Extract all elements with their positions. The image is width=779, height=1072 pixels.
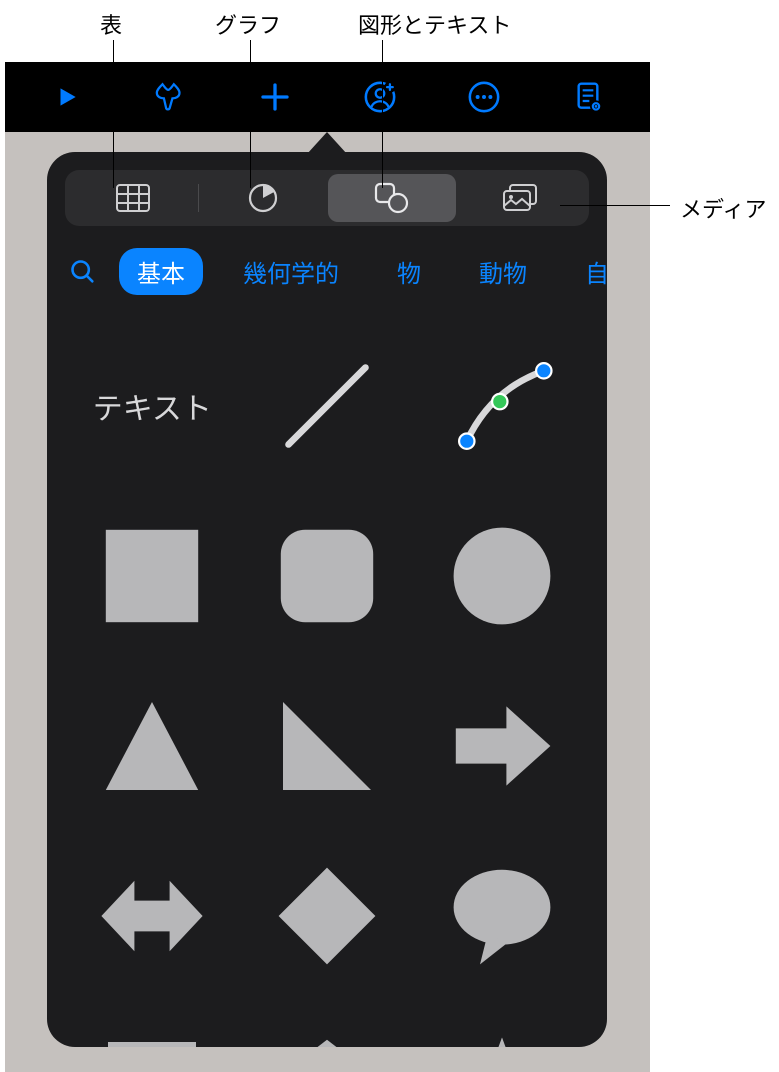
popover-body: 基本 幾何学的 物 動物 自然 テキスト <box>47 152 607 1047</box>
shape-triangle[interactable] <box>65 661 240 831</box>
add-person-icon <box>363 80 397 114</box>
play-button[interactable] <box>47 77 87 117</box>
callout-line <box>250 40 251 188</box>
category-animals[interactable]: 動物 <box>461 248 545 295</box>
presenter-button[interactable] <box>568 77 608 117</box>
shape-right-triangle[interactable] <box>240 661 415 831</box>
category-nature[interactable]: 自然 <box>567 248 607 295</box>
format-brush-icon <box>154 80 188 114</box>
search-icon <box>69 258 97 286</box>
arrow-right-icon <box>447 691 557 801</box>
shape-speech-bubble[interactable] <box>414 831 589 1001</box>
shapes-grid: テキスト <box>47 311 607 1047</box>
insert-type-segmented <box>65 170 589 226</box>
shape-categories: 基本 幾何学的 物 動物 自然 <box>47 226 607 311</box>
more-button[interactable] <box>464 77 504 117</box>
callout-media: メディア <box>680 192 766 224</box>
category-basic[interactable]: 基本 <box>119 248 203 295</box>
callout-line <box>382 40 383 188</box>
shapes-icon <box>374 182 410 214</box>
search-button[interactable] <box>69 258 97 286</box>
category-geometric[interactable]: 幾何学的 <box>225 248 357 295</box>
shape-star[interactable] <box>414 1001 589 1047</box>
rounded-square-icon <box>272 521 382 631</box>
shape-square[interactable] <box>65 491 240 661</box>
insert-popover: 基本 幾何学的 物 動物 自然 テキスト <box>47 132 607 1047</box>
ellipsis-icon <box>467 80 501 114</box>
arrow-bidir-icon <box>97 861 207 971</box>
shape-rounded-square[interactable] <box>240 491 415 661</box>
right-triangle-icon <box>272 691 382 801</box>
shape-arrow-right[interactable] <box>414 661 589 831</box>
segment-chart[interactable] <box>199 174 328 222</box>
shape-banner[interactable] <box>65 1001 240 1047</box>
square-icon <box>97 521 207 631</box>
document-icon <box>572 81 604 113</box>
insert-button[interactable] <box>255 77 295 117</box>
category-objects[interactable]: 物 <box>379 248 439 295</box>
main-toolbar <box>5 62 650 132</box>
banner-icon <box>97 1031 207 1047</box>
triangle-icon <box>97 691 207 801</box>
table-icon <box>116 184 150 212</box>
format-button[interactable] <box>151 77 191 117</box>
play-icon <box>54 84 80 110</box>
media-icon <box>502 183 540 213</box>
callout-line <box>113 40 114 188</box>
circle-icon <box>447 521 557 631</box>
plus-icon <box>257 79 293 115</box>
callout-chart: グラフ <box>215 8 281 40</box>
popover-arrow <box>307 132 347 154</box>
callout-labels: 表 グラフ 図形とテキスト <box>0 0 779 60</box>
callout-line-media <box>560 205 670 206</box>
callout-table: 表 <box>100 8 122 40</box>
callout-shapes: 図形とテキスト <box>358 8 511 40</box>
shape-pentagon[interactable] <box>240 1001 415 1047</box>
pentagon-icon <box>272 1031 382 1047</box>
diamond-icon <box>272 861 382 971</box>
curve-icon <box>447 351 557 461</box>
pie-chart-icon <box>248 183 278 213</box>
shape-curve[interactable] <box>414 321 589 491</box>
segment-table[interactable] <box>69 174 198 222</box>
shape-arrow-bidirectional[interactable] <box>65 831 240 1001</box>
segment-media[interactable] <box>456 174 585 222</box>
segment-shapes[interactable] <box>328 174 457 222</box>
shape-text[interactable]: テキスト <box>65 321 240 491</box>
shape-circle[interactable] <box>414 491 589 661</box>
shape-diamond[interactable] <box>240 831 415 1001</box>
collaborate-button[interactable] <box>360 77 400 117</box>
shape-line[interactable] <box>240 321 415 491</box>
line-icon <box>272 351 382 461</box>
star-icon <box>447 1031 557 1047</box>
speech-bubble-icon <box>447 861 557 971</box>
text-shape-label: テキスト <box>93 384 212 428</box>
